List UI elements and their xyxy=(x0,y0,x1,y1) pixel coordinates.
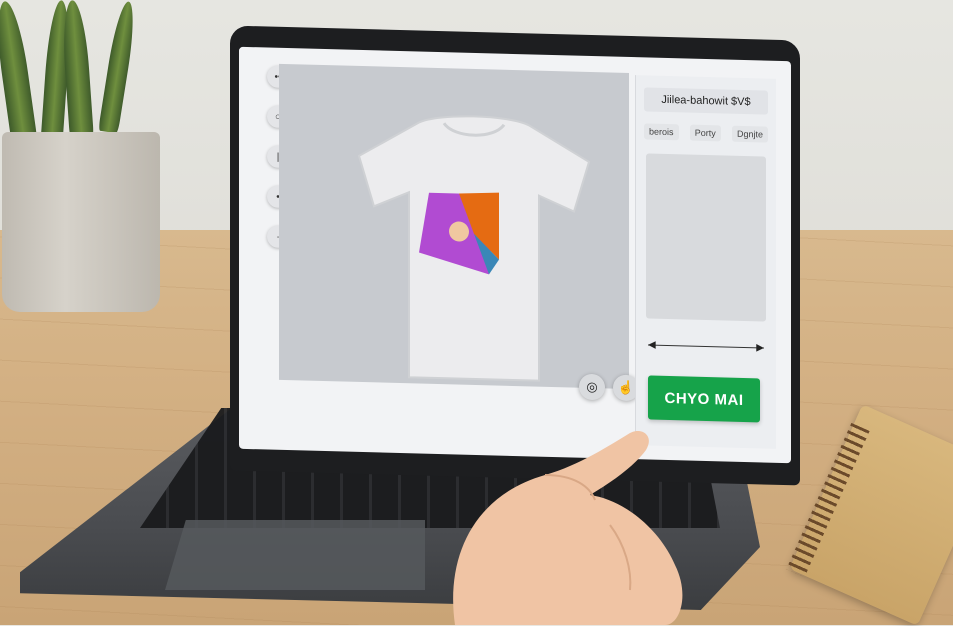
slider-left-arrow[interactable]: ◀ xyxy=(648,339,656,350)
side-panel: Jiilea-bahowit $V$ berois Porty Dgnjte ◀… xyxy=(635,75,776,449)
tab-3[interactable]: Dgnjte xyxy=(731,125,768,143)
panel-tabs: berois Porty Dgnjte xyxy=(644,123,768,143)
tab-2[interactable]: Porty xyxy=(689,124,721,142)
panel-title: Jiilea-bahowit $V$ xyxy=(644,87,768,115)
human-hand xyxy=(453,430,683,625)
laptop-screen: •• ○ | • · ◎ ☝ Jiilea-bahowit $V$ berois… xyxy=(239,46,791,464)
slider-right-arrow[interactable]: ▶ xyxy=(756,342,764,353)
preview-panel xyxy=(646,153,766,322)
canvas-controls: ◎ ☝ xyxy=(579,373,639,402)
size-slider[interactable]: ◀ ▶ xyxy=(648,339,764,354)
design-canvas[interactable]: ◎ ☝ xyxy=(279,63,639,402)
t-shirt-mockup xyxy=(357,115,591,382)
slider-track xyxy=(648,344,764,349)
circle-icon[interactable]: ◎ xyxy=(579,373,605,401)
plant-pot xyxy=(2,132,160,312)
tab-1[interactable]: berois xyxy=(644,123,679,141)
